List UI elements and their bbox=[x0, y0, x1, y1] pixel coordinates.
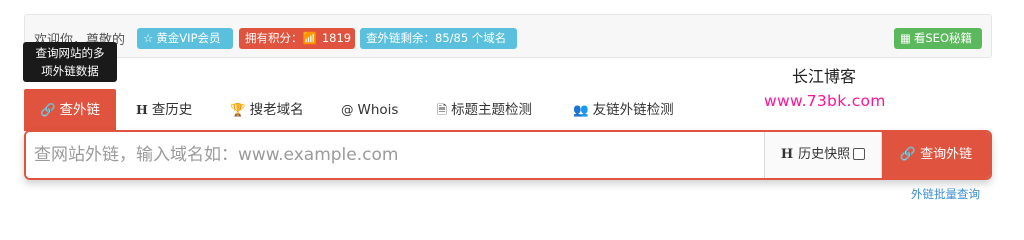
blog-name: 长江博客 bbox=[792, 67, 857, 86]
tab-label: 标题主题检测 bbox=[451, 102, 533, 118]
at-icon: @ bbox=[341, 102, 354, 117]
query-button-label: 查询外链 bbox=[920, 147, 973, 162]
blog-url[interactable]: www.73bk.com bbox=[764, 92, 886, 110]
query-backlinks-button[interactable]: 🔗 查询外链 bbox=[882, 132, 990, 178]
h-icon: H bbox=[780, 147, 794, 162]
domain-search-input[interactable] bbox=[26, 132, 764, 178]
history-snapshot-label: 历史快照 bbox=[798, 147, 851, 162]
h-icon: H bbox=[136, 102, 148, 117]
tab-backlinks[interactable]: 🔗 查外链 bbox=[24, 89, 116, 131]
points-value: 1819 bbox=[321, 31, 352, 45]
tooltip-line-1: 查询网站的多 bbox=[35, 46, 105, 60]
star-icon: ☆ bbox=[143, 31, 154, 45]
tab-tooltip: 查询网站的多 项外链数据 bbox=[23, 42, 117, 82]
link-icon: 🔗 bbox=[39, 102, 56, 117]
tab-history[interactable]: H 查历史 bbox=[136, 90, 192, 130]
tab-title-check[interactable]: 🗎 标题主题检测 bbox=[437, 90, 532, 130]
search-bar: H 历史快照 🔗查询外链 bbox=[24, 130, 992, 180]
points-badge: 拥有积分：📶 1819 bbox=[239, 28, 355, 49]
trophy-icon: 🏆 bbox=[230, 102, 246, 117]
qrcode-icon: ▦ bbox=[900, 31, 911, 45]
vip-badge-label: 黄金VIP会员 bbox=[156, 31, 221, 45]
tooltip-line-2: 项外链数据 bbox=[41, 64, 99, 78]
tab-whois[interactable]: @ Whois bbox=[341, 90, 398, 130]
seo-secrets-label: 看SEO秘籍 bbox=[913, 31, 972, 45]
tab-label: 友链外链检测 bbox=[592, 102, 674, 118]
tab-label: Whois bbox=[357, 102, 399, 118]
vip-badge[interactable]: ☆ 黄金VIP会员 bbox=[137, 28, 233, 49]
remaining-quota-badge: 查外链剩余：85/85 个域名 bbox=[360, 28, 517, 49]
tab-label: 查外链 bbox=[59, 102, 101, 118]
points-label: 拥有积分： bbox=[245, 31, 303, 45]
seo-secrets-button[interactable]: ▦ 看SEO秘籍 bbox=[894, 28, 982, 49]
people-icon: 👥 bbox=[573, 102, 589, 117]
history-snapshot-toggle[interactable]: H 历史快照 bbox=[764, 132, 882, 178]
user-info-bar: 欢迎你，尊敬的 ☆ 黄金VIP会员 拥有积分：📶 1819 查外链剩余：85/85 … bbox=[24, 14, 992, 58]
batch-query-link[interactable]: 外链批量查询 bbox=[911, 186, 980, 202]
signal-icon: 📶 bbox=[302, 31, 317, 45]
document-icon: 🗎 bbox=[437, 102, 448, 117]
tab-label: 查历史 bbox=[151, 102, 193, 118]
tab-old-domains[interactable]: 🏆 搜老域名 bbox=[230, 90, 304, 130]
link-icon: 🔗 bbox=[899, 147, 917, 162]
history-snapshot-checkbox[interactable] bbox=[853, 147, 866, 160]
tab-friendlink-check[interactable]: 👥 友链外链检测 bbox=[573, 90, 674, 130]
tab-label: 搜老域名 bbox=[249, 102, 304, 118]
